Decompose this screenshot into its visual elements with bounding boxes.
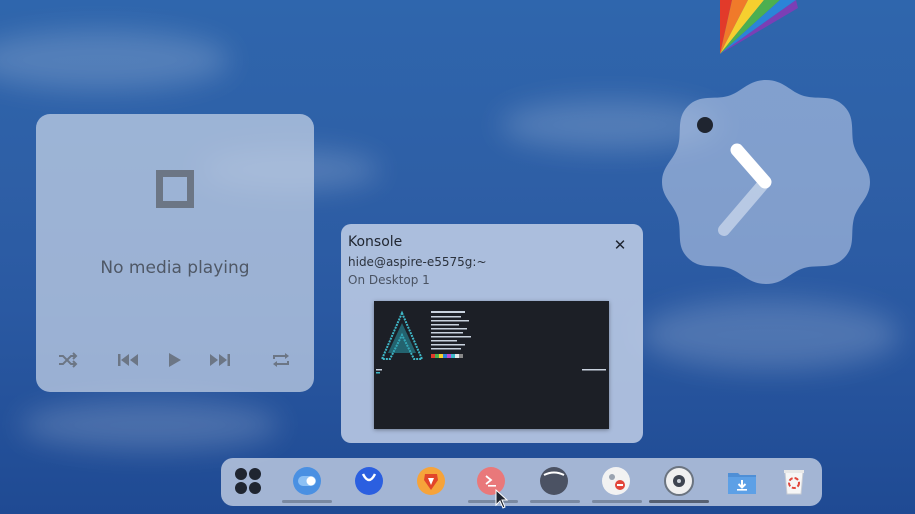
dock-item-brave[interactable] (416, 466, 446, 496)
tooltip-app-name: Konsole (348, 234, 403, 250)
dock-item-downloads-folder[interactable] (727, 466, 757, 496)
dock-item-disk[interactable] (664, 466, 694, 496)
dock-item-discover[interactable] (354, 466, 384, 496)
shopping-bag-icon (355, 467, 383, 495)
active-indicator (649, 500, 709, 503)
close-icon: ✕ (613, 236, 627, 254)
previous-button[interactable] (116, 350, 140, 370)
dock-item-toggle-app[interactable] (292, 466, 322, 496)
media-player-widget: No media playing (36, 114, 314, 392)
play-icon (169, 353, 181, 367)
trash-icon (784, 470, 804, 495)
window-thumbnail[interactable] (374, 301, 609, 429)
grid-icon (235, 468, 261, 494)
dock-item-trash[interactable] (779, 466, 809, 496)
running-indicator (592, 500, 642, 503)
tooltip-desktop: On Desktop 1 (348, 273, 430, 287)
media-status: No media playing (100, 258, 250, 278)
wallpaper-cloud (0, 30, 230, 90)
wallpaper-cloud (640, 300, 900, 370)
download-folder-icon (728, 473, 756, 494)
wallpaper-cloud (20, 400, 280, 450)
shuffle-button[interactable] (56, 350, 80, 370)
next-button[interactable] (208, 350, 232, 370)
dock-item-audio[interactable] (539, 466, 569, 496)
repeat-button[interactable] (269, 350, 293, 370)
shuffle-icon (59, 352, 78, 368)
skip-back-icon (118, 354, 138, 366)
dock-item-system-settings[interactable] (601, 466, 631, 496)
play-button[interactable] (163, 350, 187, 370)
disk-icon (664, 466, 694, 496)
clock-hour-marker (697, 117, 713, 133)
running-indicator (530, 500, 580, 503)
terminal-preview (374, 301, 609, 429)
task-tooltip: Konsole hide@aspire-e5575g:~ On Desktop … (341, 224, 643, 443)
toggle-icon (293, 467, 321, 495)
close-window-button[interactable]: ✕ (611, 236, 629, 254)
settings-toggles-icon (602, 467, 630, 495)
running-indicator (468, 500, 518, 503)
mouse-cursor (495, 489, 509, 509)
running-indicator (282, 500, 332, 503)
media-disc-icon (540, 467, 568, 495)
repeat-icon (273, 353, 289, 367)
brave-lion-icon (417, 467, 445, 495)
wallpaper-kite (720, 0, 798, 54)
app-launcher-button[interactable] (233, 466, 263, 496)
analog-clock-widget (662, 80, 870, 284)
stop-icon (156, 170, 194, 208)
dock-panel (221, 458, 822, 506)
tooltip-window-title: hide@aspire-e5575g:~ (348, 255, 487, 269)
skip-forward-icon (210, 354, 230, 366)
